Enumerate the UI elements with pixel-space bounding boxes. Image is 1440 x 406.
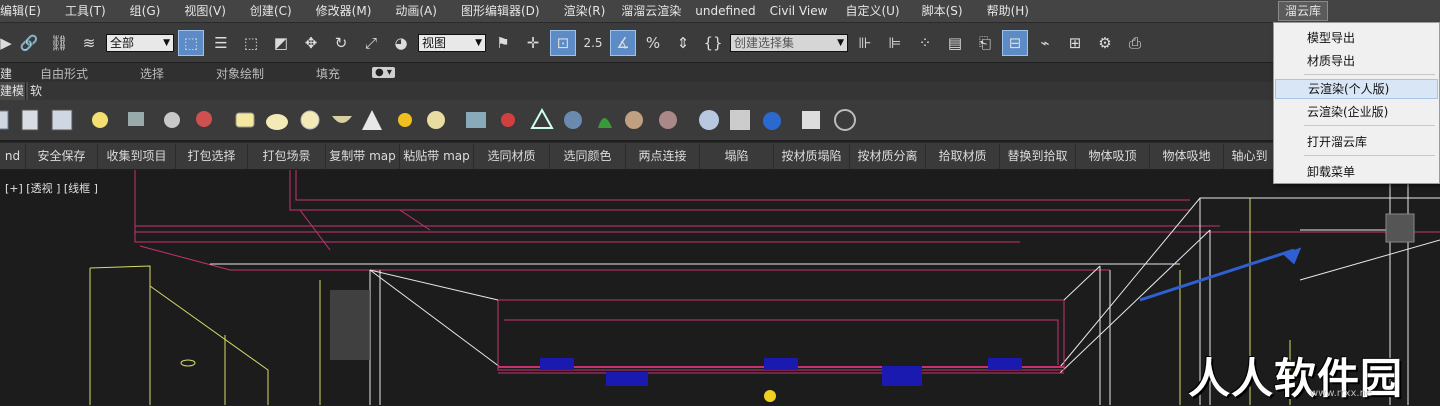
menu-create[interactable]: 创建(C) bbox=[236, 0, 302, 22]
liuyunku-dropdown-menu: 模型导出 材质导出 云渲染(个人版) 云渲染(企业版) 打开溜云库 卸载菜单 bbox=[1273, 22, 1440, 184]
menu-help[interactable]: 帮助(H) bbox=[973, 0, 1039, 22]
cmd-snap-to-floor[interactable]: 物体吸地 bbox=[1150, 144, 1224, 169]
menu-item-material-export[interactable]: 材质导出 bbox=[1307, 52, 1355, 69]
cmd-select-same-material[interactable]: 选同材质 bbox=[474, 144, 550, 169]
main-toolbar: ▶ 🔗 ⛓ ≋ 全部 ▼ ⬚ ☰ ⬚ ◩ ✥ ↻ ⤢ ◕ 视图 ▼ ⚑ ✛ ⊡ 2.… bbox=[0, 22, 1440, 62]
scale-icon[interactable]: ⤢ bbox=[358, 30, 384, 56]
rect-selection-icon[interactable]: ⬚ bbox=[238, 30, 264, 56]
cmd-copy-with-map[interactable]: 复制带 map bbox=[326, 144, 400, 169]
cmd-detach-by-material[interactable]: 按材质分离 bbox=[850, 144, 926, 169]
menu-tools[interactable]: 工具(T) bbox=[51, 0, 116, 22]
command-bar: nd 安全保存 收集到项目 打包选择 打包场景 复制带 map 粘贴带 map … bbox=[0, 142, 1440, 169]
render-setup-icon[interactable]: ⚙ bbox=[1092, 30, 1118, 56]
ribbon-tabs: 建 自由形式 选择 对象绘制 填充 ● ▾ bbox=[0, 63, 1440, 82]
layer-explorer-icon[interactable]: ▤ bbox=[942, 30, 968, 56]
menu-separator bbox=[1304, 125, 1435, 126]
material-editor-icon[interactable]: ⊞ bbox=[1062, 30, 1088, 56]
create-toolbar-icons bbox=[0, 107, 856, 131]
menu-bar: 编辑(E) 工具(T) 组(G) 视图(V) 创建(C) 修改器(M) 动画(A… bbox=[0, 0, 1440, 22]
menu-civil-view[interactable]: Civil View bbox=[766, 0, 838, 22]
menu-group[interactable]: 组(G) bbox=[116, 0, 171, 22]
curve-editor-icon[interactable]: ⊟ bbox=[1002, 29, 1028, 56]
cmd-pack-selection[interactable]: 打包选择 bbox=[176, 144, 248, 169]
reference-coord-dropdown[interactable]: 视图 ▼ bbox=[418, 33, 486, 52]
named-selection-dropdown[interactable]: 创建选择集 ▼ bbox=[730, 33, 848, 52]
chevron-down-icon: ▼ bbox=[475, 37, 482, 48]
menu-edit[interactable]: 编辑(E) bbox=[0, 0, 51, 22]
menu-separator bbox=[1304, 74, 1435, 75]
chevron-down-icon: ▼ bbox=[163, 37, 170, 48]
ribbon-toggle-icon[interactable]: ⎗ bbox=[972, 30, 998, 56]
redo-arrow-icon[interactable]: ▶ bbox=[0, 30, 12, 56]
spinner-snap-icon[interactable]: ⇕ bbox=[670, 30, 696, 56]
ribbon-tab-populate[interactable]: 填充 bbox=[316, 65, 340, 82]
ribbon-tab-modeling[interactable]: 建 bbox=[0, 65, 12, 82]
cmd-safe-save[interactable]: 安全保存 bbox=[26, 144, 98, 169]
bind-spacewarp-icon[interactable]: ≋ bbox=[76, 30, 102, 56]
menu-scripting[interactable]: 脚本(S) bbox=[910, 0, 973, 22]
menu-item-open-liuyunku[interactable]: 打开溜云库 bbox=[1307, 133, 1367, 150]
unlink-icon[interactable]: ⛓ bbox=[46, 30, 72, 56]
menu-liuliu-cloud-render[interactable]: 溜溜云渲染 bbox=[615, 0, 691, 22]
viewport-label[interactable]: [+] [透视 ] [线框 ] bbox=[5, 180, 98, 196]
scene-explorer-icon[interactable]: ⁘ bbox=[912, 30, 938, 56]
menu-item-cloud-render-enterprise[interactable]: 云渲染(企业版) bbox=[1307, 103, 1388, 120]
ribbon-options-icon[interactable]: ● ▾ bbox=[372, 67, 395, 78]
keyboard-shortcut-override-icon[interactable]: ⊡ bbox=[550, 29, 576, 56]
ribbon-tab-object-paint[interactable]: 对象绘制 bbox=[216, 65, 264, 82]
select-by-name-icon[interactable]: ☰ bbox=[208, 30, 234, 56]
mirror-icon[interactable]: ⊪ bbox=[852, 30, 878, 56]
menu-graph-editors[interactable]: 图形编辑器(D) bbox=[447, 0, 550, 22]
selection-filter-dropdown[interactable]: 全部 ▼ bbox=[106, 33, 174, 52]
percent-snap-icon[interactable]: % bbox=[640, 30, 666, 56]
link-icon[interactable]: 🔗 bbox=[16, 30, 42, 56]
cmd-collapse-by-material[interactable]: 按材质塌陷 bbox=[774, 144, 850, 169]
menu-view[interactable]: 视图(V) bbox=[170, 0, 236, 22]
select-manipulate-icon[interactable]: ✛ bbox=[520, 30, 546, 56]
menu-customize[interactable]: 自定义(U) bbox=[837, 0, 909, 22]
cmd-two-point-connect[interactable]: 两点连接 bbox=[626, 144, 700, 169]
chevron-down-icon: ▼ bbox=[837, 37, 844, 48]
angle-snap-icon[interactable]: ∡ bbox=[610, 29, 636, 56]
menu-item-model-export[interactable]: 模型导出 bbox=[1307, 29, 1355, 46]
menu-animation[interactable]: 动画(A) bbox=[381, 0, 447, 22]
subtab-soft[interactable]: 软 bbox=[25, 82, 46, 100]
cmd-pick-material[interactable]: 拾取材质 bbox=[926, 144, 1000, 169]
watermark-url: www.rrxx.ne bbox=[1310, 388, 1373, 399]
rotate-icon[interactable]: ↻ bbox=[328, 30, 354, 56]
cmd-select-same-color[interactable]: 选同颜色 bbox=[550, 144, 626, 169]
sub-tabs: 建模 软 bbox=[0, 82, 1440, 100]
cmd-replace-to-pick[interactable]: 替换到拾取 bbox=[1000, 144, 1076, 169]
menu-modifiers[interactable]: 修改器(M) bbox=[302, 0, 382, 22]
cmd-nd[interactable]: nd bbox=[0, 144, 26, 169]
pivot-center-icon[interactable]: ⚑ bbox=[490, 30, 516, 56]
move-icon[interactable]: ✥ bbox=[298, 30, 324, 56]
cmd-collect-to-project[interactable]: 收集到项目 bbox=[98, 144, 176, 169]
ribbon-tab-freeform[interactable]: 自由形式 bbox=[40, 65, 88, 82]
schematic-view-icon[interactable]: ⌁ bbox=[1032, 30, 1058, 56]
placement-icon[interactable]: ◕ bbox=[388, 30, 414, 56]
menu-item-cloud-render-personal[interactable]: 云渲染(个人版) bbox=[1275, 79, 1438, 99]
menu-item-unload-menu[interactable]: 卸载菜单 bbox=[1307, 163, 1355, 180]
cmd-snap-to-ceiling[interactable]: 物体吸顶 bbox=[1076, 144, 1150, 169]
cmd-pivot-to[interactable]: 轴心到 bbox=[1224, 144, 1276, 169]
menu-liuyunku[interactable]: 溜云库 bbox=[1278, 1, 1329, 21]
cmd-collapse[interactable]: 塌陷 bbox=[700, 144, 774, 169]
window-crossing-icon[interactable]: ◩ bbox=[268, 30, 294, 56]
menu-undefined[interactable]: undefined bbox=[691, 0, 765, 22]
subtab-modeling[interactable]: 建模 bbox=[0, 82, 29, 100]
edit-named-selection-icon[interactable]: {} bbox=[700, 30, 726, 56]
menu-separator bbox=[1304, 155, 1435, 156]
select-object-icon[interactable]: ⬚ bbox=[178, 29, 204, 56]
create-toolbar bbox=[0, 100, 1440, 140]
menu-rendering[interactable]: 渲染(R) bbox=[550, 0, 616, 22]
ribbon-tab-selection[interactable]: 选择 bbox=[140, 65, 164, 82]
snap-toggle-icon[interactable]: 2.5 bbox=[580, 30, 606, 56]
rendered-frame-icon[interactable]: ⎙ bbox=[1122, 30, 1148, 56]
cmd-pack-scene[interactable]: 打包场景 bbox=[248, 144, 326, 169]
align-icon[interactable]: ⊫ bbox=[882, 30, 908, 56]
cmd-paste-with-map[interactable]: 粘贴带 map bbox=[400, 144, 474, 169]
